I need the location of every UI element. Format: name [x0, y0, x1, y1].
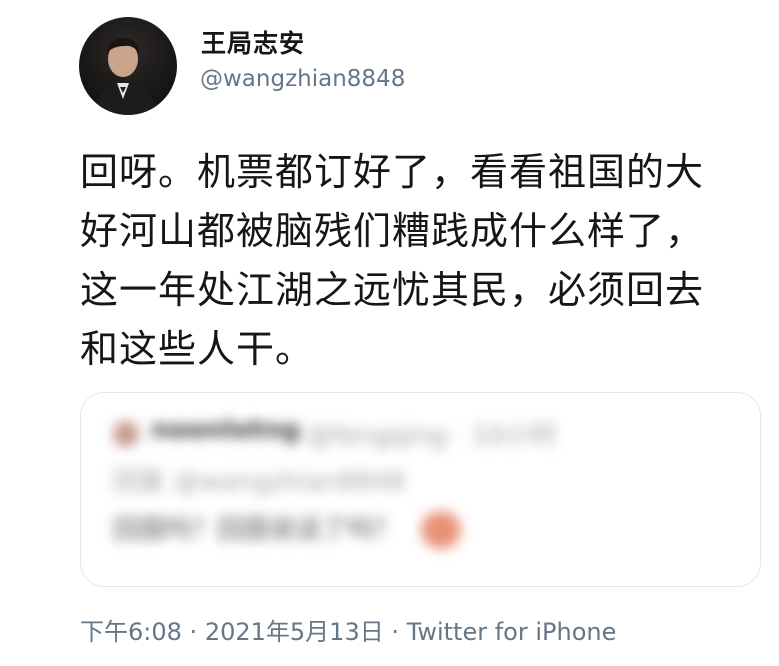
tweet-time[interactable]: 下午6:08 [80, 618, 182, 646]
tweet-body: 回呀。机票都订好了，看看祖国的大好河山都被脑残们糟践成什么样了，这一年处江湖之远… [80, 150, 705, 371]
quoted-tweet-blurred-content: noonlotng @fengqing · 10小时 回复 @wangzhian… [81, 393, 760, 586]
author-avatar[interactable] [79, 17, 177, 115]
tweet-date[interactable]: 2021年5月13日 [205, 618, 384, 646]
quoted-emoji-icon [421, 511, 461, 549]
quoted-author-name: noonlotng [151, 415, 301, 445]
separator: · [189, 618, 198, 646]
profile-photo-icon [93, 37, 159, 115]
quoted-text: 回国吗？回国说话了吗？ [113, 515, 400, 545]
quoted-reply-to: 回复 @wangzhian8848 [113, 467, 406, 497]
separator: · [391, 618, 399, 646]
quoted-author-handle: @fengqing · 10小时 [306, 421, 557, 451]
author-display-name[interactable]: 王局志安 [201, 24, 305, 60]
tweet-metadata: 下午6:08 · 2021年5月13日 · Twitter for iPhone [80, 612, 616, 647]
author-handle[interactable]: @wangzhian8848 [200, 66, 405, 92]
quoted-avatar [113, 421, 139, 447]
quoted-tweet[interactable]: noonlotng @fengqing · 10小时 回复 @wangzhian… [80, 392, 761, 587]
tweet-card: 王局志安 @wangzhian8848 回呀。机票都订好了，看看祖国的大好河山都… [0, 0, 779, 666]
tweet-source[interactable]: Twitter for iPhone [407, 618, 617, 646]
